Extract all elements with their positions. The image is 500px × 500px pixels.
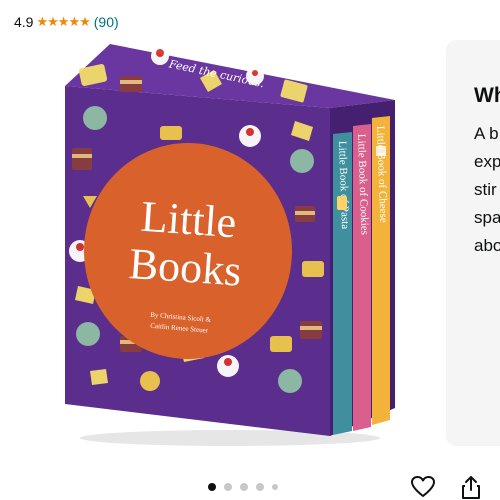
star-icon: ★ [57, 14, 70, 29]
description-line: exp [474, 152, 500, 171]
product-image[interactable]: Feed the curious. Little Books By Christ… [50, 36, 400, 446]
star-icon: ★ [79, 14, 91, 29]
carousel-dot[interactable] [272, 484, 278, 490]
carousel-dot[interactable] [224, 483, 232, 491]
box-title-line2: Books [127, 239, 243, 296]
description-line: A b [474, 124, 499, 143]
description-card: Wh A b exp stir spa abo [446, 40, 500, 446]
description-title: Wh [474, 84, 500, 107]
share-icon[interactable] [458, 474, 484, 500]
rating-summary[interactable]: 4.9 ★ ★ ★ ★ ★ (90) [14, 12, 119, 32]
rating-count-link[interactable]: (90) [94, 14, 119, 30]
carousel-indicator[interactable] [208, 483, 278, 491]
star-icon: ★ [36, 14, 48, 29]
spine-shape-cheese [376, 146, 386, 156]
description-line: stir [474, 180, 497, 199]
carousel-dot[interactable] [208, 483, 216, 491]
spine-shape-pasta [337, 196, 347, 210]
star-rating: ★ ★ ★ ★ ★ [36, 14, 91, 29]
star-icon: ★ [68, 14, 80, 29]
heart-icon[interactable] [410, 474, 436, 500]
star-icon: ★ [47, 14, 59, 29]
carousel-dot[interactable] [256, 483, 264, 491]
description-line: abo [474, 236, 500, 255]
box-title-line1: Little [139, 192, 237, 248]
rating-value: 4.9 [14, 14, 34, 30]
carousel-dot[interactable] [240, 483, 248, 491]
description-line: spa [474, 208, 500, 227]
